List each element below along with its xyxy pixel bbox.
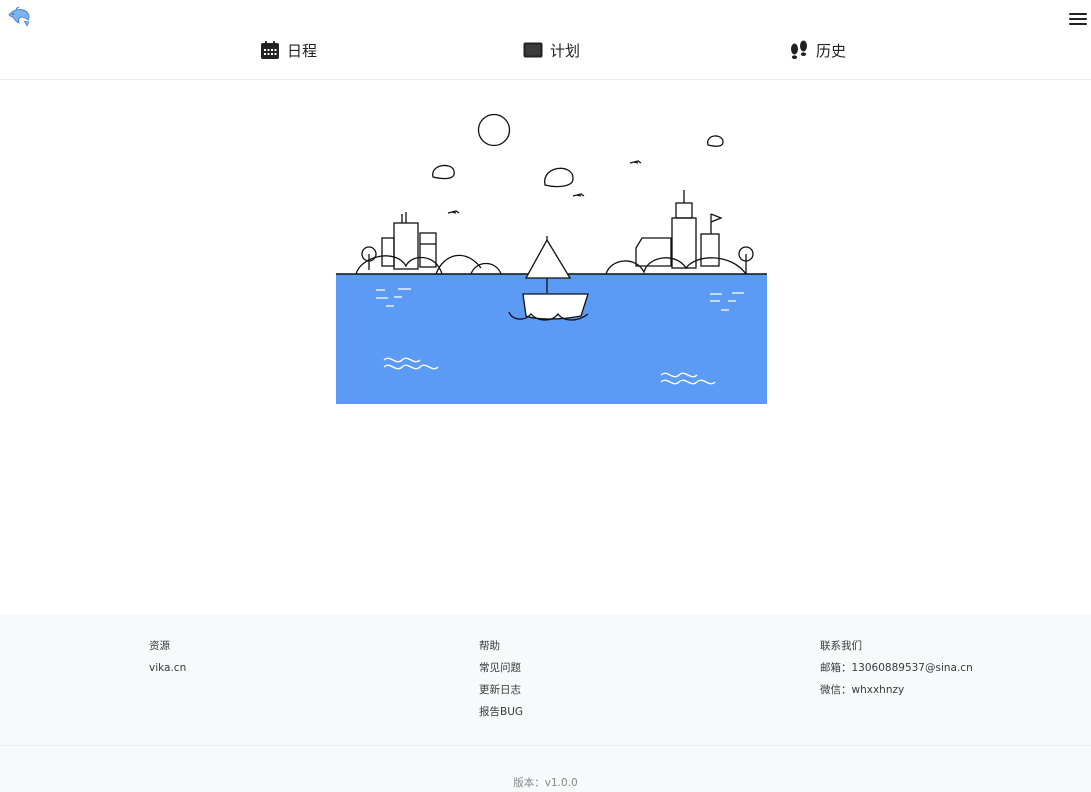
footer-contact-title: 联系我们 [820, 640, 862, 652]
footer-resources-title: 资源 [149, 640, 170, 652]
footer-divider [0, 745, 1091, 746]
tablet-icon [523, 42, 543, 58]
nav-schedule-label: 日程 [287, 41, 318, 60]
footer-contact-wechat: 微信：whxxhnzy [820, 684, 905, 696]
nav-plan[interactable]: 计划 [523, 38, 580, 62]
footer-link-report-bug[interactable]: 报告BUG [479, 705, 523, 727]
nav-history[interactable]: 历史 [789, 38, 846, 62]
hamburger-menu-icon[interactable] [1069, 10, 1087, 26]
version-label: 版本：v1.0.0 [513, 777, 578, 789]
footer-help-title: 帮助 [479, 640, 500, 652]
nav-history-label: 历史 [816, 41, 847, 60]
footer: 资源 vika.cn 帮助 常见问题 更新日志 报告BUG 联系我们 邮箱：13… [0, 615, 1091, 792]
sailboat-harbor-illustration [336, 113, 767, 404]
footer-contact-email: 邮箱：13060889537@sina.cn [820, 662, 973, 674]
footer-resources: 资源 vika.cn [149, 639, 186, 683]
dolphin-icon[interactable] [7, 6, 31, 28]
nav-schedule[interactable]: 日程 [260, 38, 317, 62]
footer-help: 帮助 常见问题 更新日志 报告BUG [479, 639, 523, 727]
top-header: 日程 计划 历史 [0, 0, 1091, 80]
footer-link-vika[interactable]: vika.cn [149, 661, 186, 683]
footer-link-faq[interactable]: 常见问题 [479, 661, 523, 683]
nav-plan-label: 计划 [550, 41, 581, 60]
calendar-icon [261, 41, 279, 59]
footer-link-changelog[interactable]: 更新日志 [479, 683, 523, 705]
footer-contact: 联系我们 邮箱：13060889537@sina.cn 微信：whxxhnzy [820, 639, 973, 705]
footprints-icon [791, 40, 807, 59]
